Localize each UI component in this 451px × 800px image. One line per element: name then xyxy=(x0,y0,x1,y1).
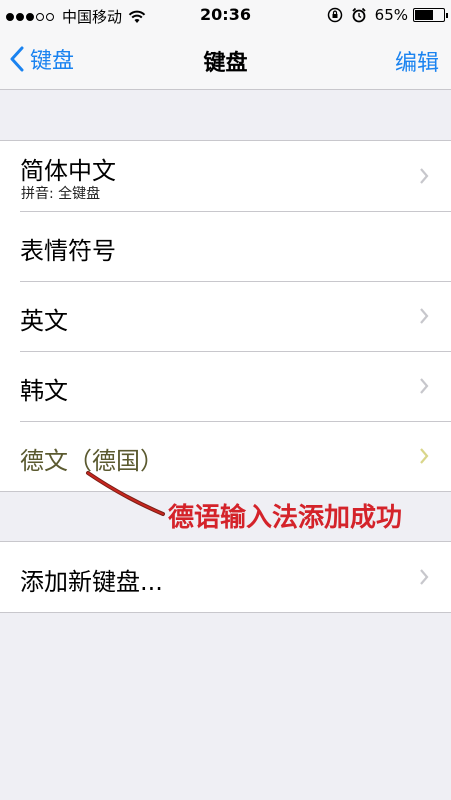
keyboard-row-emoji[interactable]: 表情符号 xyxy=(0,211,451,281)
keyboard-name: 英文 xyxy=(20,307,68,335)
back-button-label: 键盘 xyxy=(30,49,75,74)
chevron-right-icon xyxy=(420,308,429,324)
status-right: 65% xyxy=(327,6,448,24)
keyboard-detail: 拼音: 全键盘 xyxy=(21,186,101,202)
edit-button[interactable]: 编辑 xyxy=(395,45,439,77)
annotation-label: 德语输入法添加成功 xyxy=(168,503,403,533)
keyboard-name: 德文（德国） xyxy=(20,447,164,475)
keyboard-row-english[interactable]: 英文 xyxy=(0,281,451,351)
chevron-right-icon xyxy=(420,448,429,464)
add-keyboard-label: 添加新键盘... xyxy=(20,568,163,596)
keyboard-row-german[interactable]: 德文（德国） xyxy=(0,421,451,491)
status-bar: 中国移动 20:36 65% xyxy=(0,0,451,30)
alarm-icon xyxy=(352,7,366,23)
chevron-right-icon xyxy=(420,168,429,184)
keyboard-row-chinese-simplified[interactable]: 简体中文 拼音: 全键盘 xyxy=(0,141,451,211)
battery-percentage: 65% xyxy=(374,6,408,24)
back-button[interactable]: 键盘 xyxy=(10,43,74,75)
keyboard-row-korean[interactable]: 韩文 xyxy=(0,351,451,421)
rotation-lock-icon xyxy=(327,7,342,23)
keyboard-list: 简体中文 拼音: 全键盘 表情符号 英文 韩文 德文（德国） xyxy=(0,140,451,492)
add-keyboard-group: 添加新键盘... xyxy=(0,541,451,613)
chevron-left-icon xyxy=(10,46,24,72)
keyboard-name: 表情符号 xyxy=(20,237,116,265)
keyboard-name: 韩文 xyxy=(20,377,68,405)
chevron-right-icon xyxy=(420,569,429,585)
battery-level-fill xyxy=(415,10,434,20)
navigation-bar: 键盘 键盘 编辑 xyxy=(0,30,451,90)
chevron-right-icon xyxy=(420,378,429,394)
add-keyboard-row[interactable]: 添加新键盘... xyxy=(0,542,451,612)
keyboard-name: 简体中文 xyxy=(20,157,116,185)
battery-icon xyxy=(413,8,448,22)
